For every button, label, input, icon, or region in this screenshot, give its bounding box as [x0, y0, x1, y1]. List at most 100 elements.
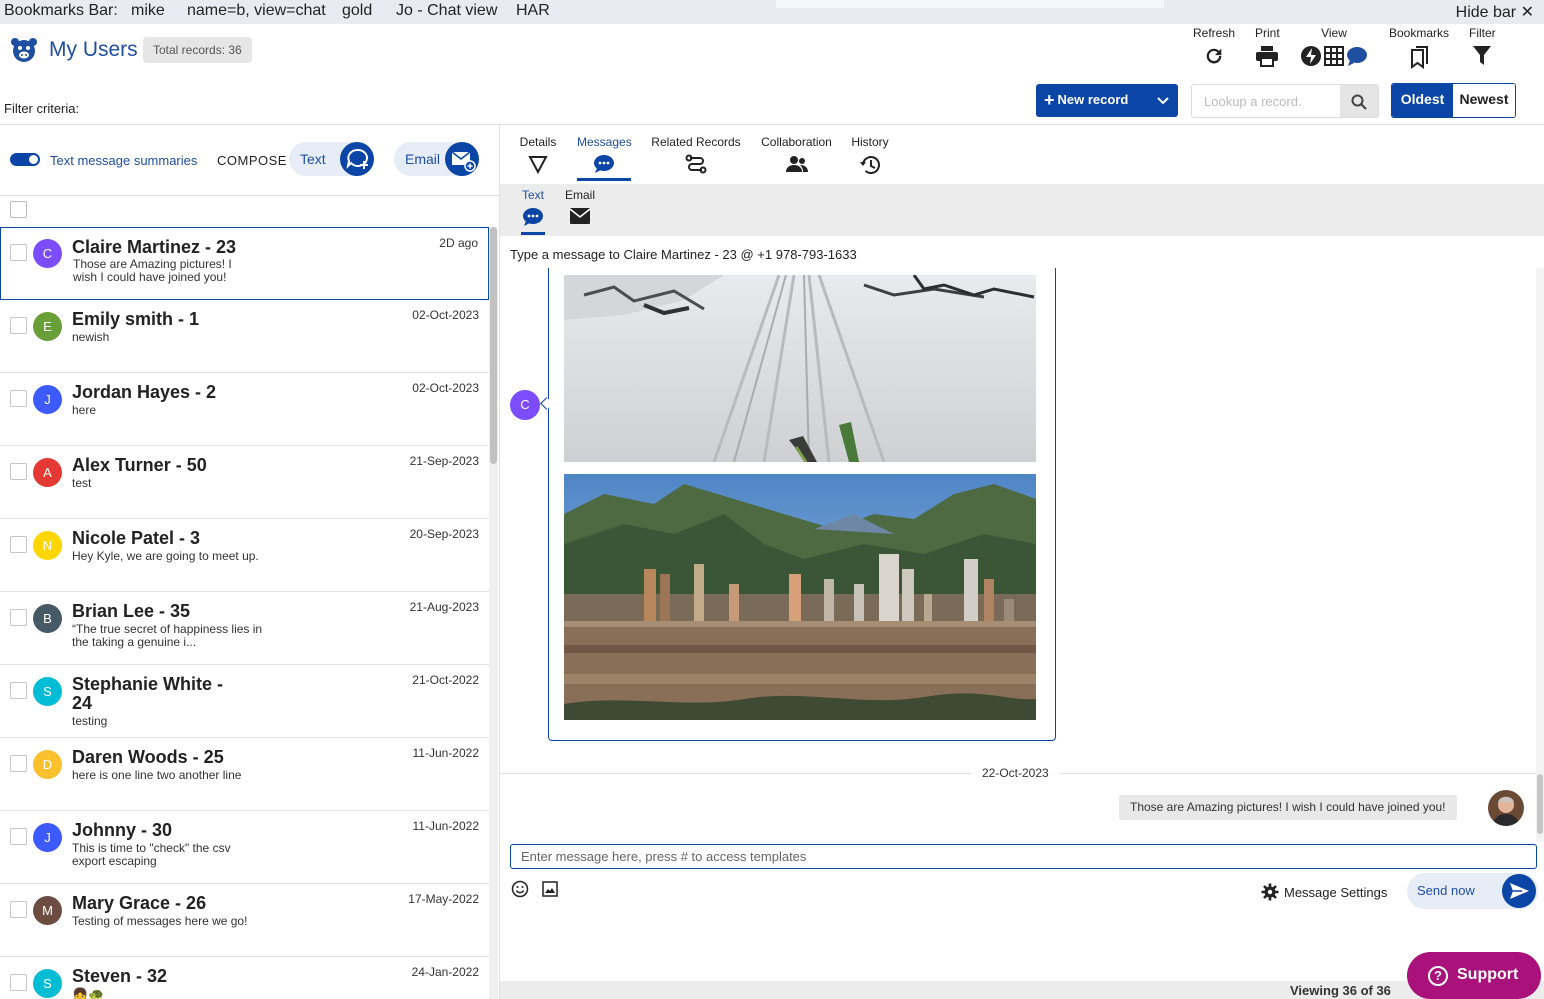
- tab-related-records[interactable]: Related Records: [651, 135, 741, 176]
- send-circle: [1502, 874, 1536, 908]
- compose-divider: [0, 195, 499, 196]
- row-checkbox[interactable]: [10, 609, 27, 626]
- contact-name: Stephanie White - 24: [72, 674, 224, 713]
- tab-label: Details: [519, 135, 557, 149]
- tab-details[interactable]: Details: [519, 135, 557, 174]
- contact-name: Jordan Hayes - 2: [72, 382, 217, 402]
- outgoing-message: Those are Amazing pictures! I wish I cou…: [1119, 795, 1457, 820]
- bookmark-item[interactable]: gold: [342, 2, 372, 20]
- tab-label: History: [851, 135, 889, 149]
- compose-text-label: Text: [300, 151, 326, 167]
- send-now-button[interactable]: Send now: [1407, 873, 1538, 909]
- conversation-pane: C 22-Oct-2023 Those are Amazing pictures…: [500, 268, 1544, 842]
- new-chat-icon: [346, 148, 368, 170]
- page-title: My Users: [49, 38, 138, 61]
- contact-preview: Those are Amazing pictures! I wish I cou…: [73, 257, 232, 284]
- row-checkbox[interactable]: [10, 463, 27, 480]
- list-item[interactable]: N Nicole Patel - 3 Hey Kyle, we are goin…: [0, 519, 489, 592]
- contact-preview: here is one line two another line: [72, 768, 242, 782]
- tab-collaboration[interactable]: Collaboration: [761, 135, 832, 174]
- conversation-scrollbar[interactable]: [1536, 268, 1544, 842]
- contact-preview: here: [72, 403, 97, 417]
- tab-label: Messages: [577, 135, 632, 149]
- message-settings-button[interactable]: Message Settings: [1261, 883, 1387, 901]
- view-button[interactable]: View: [1300, 26, 1368, 67]
- contact-name: Brian Lee - 35: [72, 601, 191, 621]
- contact-name: Claire Martinez - 23: [72, 237, 237, 257]
- contact-date: 24-Jan-2022: [411, 965, 479, 979]
- bookmark-item[interactable]: Jo - Chat view: [396, 2, 497, 20]
- compose-label: COMPOSE: [217, 153, 287, 168]
- avatar: M: [33, 896, 62, 925]
- list-item[interactable]: E Emily smith - 1 newish 02-Oct-2023: [0, 300, 489, 373]
- tab-messages[interactable]: Messages: [577, 135, 632, 174]
- row-checkbox[interactable]: [10, 755, 27, 772]
- print-button[interactable]: Print: [1255, 26, 1280, 67]
- row-checkbox[interactable]: [10, 244, 27, 261]
- list-item[interactable]: C Claire Martinez - 23 Those are Amazing…: [0, 227, 489, 300]
- bookmark-item[interactable]: mike: [131, 2, 165, 20]
- list-item[interactable]: S Steven - 32 👧🐢 24-Jan-2022: [0, 957, 489, 999]
- lookup-search-button[interactable]: [1340, 85, 1378, 117]
- row-checkbox[interactable]: [10, 317, 27, 334]
- printer-icon: [1256, 46, 1279, 67]
- contact-list-scrollbar[interactable]: [489, 227, 498, 999]
- contact-preview: Testing of messages here we go!: [72, 914, 248, 928]
- new-record-button[interactable]: + New record: [1036, 84, 1178, 117]
- tab-history[interactable]: History: [851, 135, 889, 176]
- new-record-label: New record: [1057, 92, 1129, 107]
- filter-button[interactable]: Filter: [1469, 26, 1496, 67]
- scrollbar-thumb[interactable]: [1537, 774, 1543, 834]
- scrollbar-thumb[interactable]: [490, 227, 497, 464]
- chevron-down-icon[interactable]: [1156, 94, 1170, 108]
- list-item[interactable]: A Alex Turner - 50 test 21-Sep-2023: [0, 446, 489, 519]
- row-checkbox[interactable]: [10, 974, 27, 991]
- sort-oldest-button[interactable]: Oldest: [1392, 84, 1453, 117]
- funnel-icon: [1473, 46, 1492, 65]
- subtab-text[interactable]: Text: [521, 188, 545, 227]
- list-item[interactable]: J Jordan Hayes - 2 here 02-Oct-2023: [0, 373, 489, 446]
- bookmarks-button[interactable]: Bookmarks: [1389, 26, 1449, 69]
- row-checkbox[interactable]: [10, 390, 27, 407]
- list-item[interactable]: S Stephanie White - 24 testing 21-Oct-20…: [0, 665, 489, 738]
- avatar: C: [510, 390, 540, 420]
- summaries-toggle[interactable]: [10, 153, 40, 166]
- list-item[interactable]: B Brian Lee - 35 “The true secret of hap…: [0, 592, 489, 665]
- image-icon[interactable]: [542, 881, 558, 897]
- contact-list: C Claire Martinez - 23 Those are Amazing…: [0, 227, 489, 999]
- contact-name: Mary Grace - 26: [72, 893, 207, 913]
- row-checkbox[interactable]: [10, 901, 27, 918]
- subtab-label: Email: [565, 188, 596, 202]
- contact-date: 11-Jun-2022: [412, 746, 480, 760]
- snow-trail-photo[interactable]: [564, 275, 1036, 462]
- subtab-email[interactable]: Email: [565, 188, 595, 225]
- tab-active-indicator: [577, 178, 631, 181]
- refresh-icon: [1206, 48, 1222, 64]
- help-icon: ?: [1428, 966, 1448, 986]
- list-item[interactable]: M Mary Grace - 26 Testing of messages he…: [0, 884, 489, 957]
- row-checkbox[interactable]: [10, 536, 27, 553]
- refresh-button[interactable]: Refresh: [1193, 26, 1235, 67]
- bookmarks-bar-title: Bookmarks Bar:: [4, 2, 118, 19]
- city-mountains-photo[interactable]: [564, 474, 1036, 720]
- contact-preview: “The true secret of happiness lies in th…: [72, 622, 263, 649]
- list-item[interactable]: J Johnny - 30 This is time to "check" th…: [0, 811, 489, 884]
- support-button[interactable]: ? Support: [1407, 952, 1541, 999]
- compose-email-button[interactable]: Email: [394, 142, 479, 176]
- emoji-icon[interactable]: [511, 880, 529, 898]
- contact-date: 21-Sep-2023: [409, 454, 479, 468]
- list-item[interactable]: D Daren Woods - 25 here is one line two …: [0, 738, 489, 811]
- sort-newest-button[interactable]: Newest: [1453, 84, 1515, 117]
- lookup-input[interactable]: [1192, 85, 1342, 117]
- compose-text-button[interactable]: Text: [289, 142, 374, 176]
- bookmarks-label: Bookmarks: [1389, 26, 1450, 40]
- bookmark-item[interactable]: HAR: [516, 2, 550, 20]
- row-checkbox[interactable]: [10, 682, 27, 699]
- bookmark-item[interactable]: name=b, view=chat: [187, 2, 326, 20]
- select-all-checkbox[interactable]: [10, 201, 27, 218]
- row-checkbox[interactable]: [10, 828, 27, 845]
- envelope-icon: [569, 208, 591, 224]
- contact-date: 21-Oct-2022: [412, 673, 479, 687]
- message-input[interactable]: [510, 844, 1537, 869]
- hide-bar-button[interactable]: Hide bar ✕: [1456, 2, 1534, 22]
